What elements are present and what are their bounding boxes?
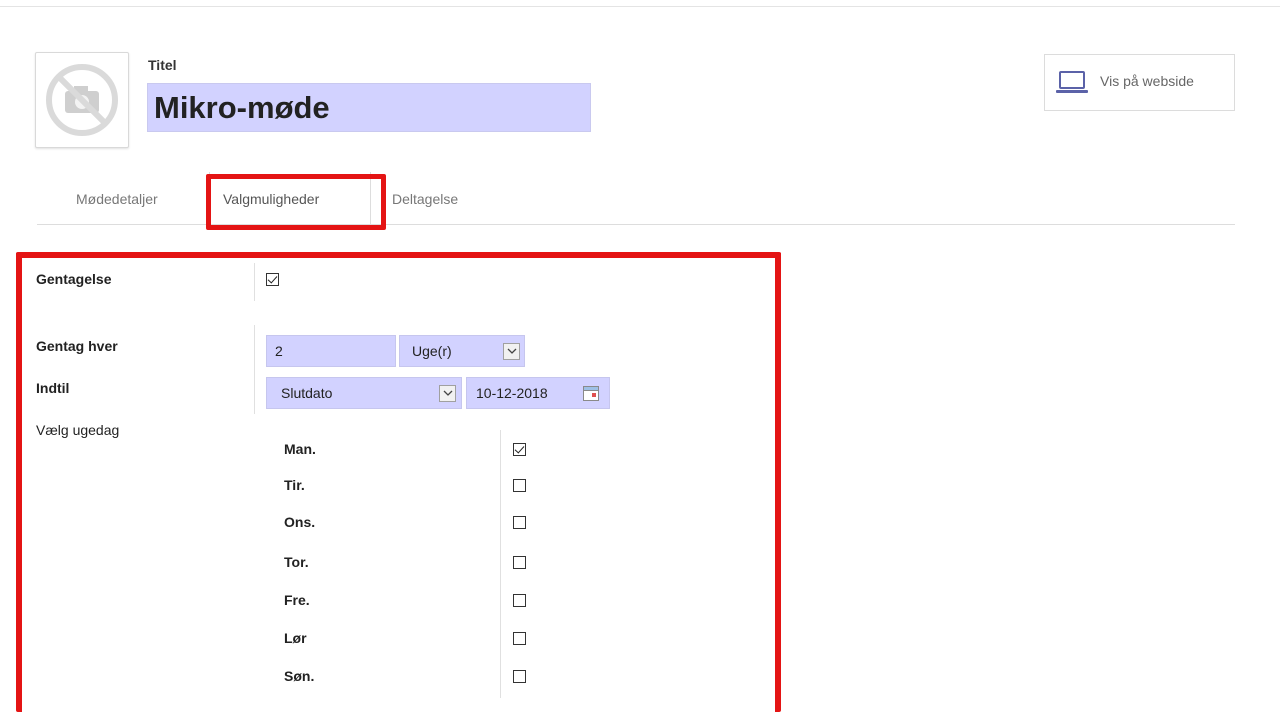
event-image[interactable] [35,52,129,148]
title-label: Titel [148,57,177,73]
laptop-icon [1056,71,1088,93]
options-highlight-frame [16,252,781,712]
tab-attendance[interactable]: Deltagelse [392,191,458,207]
view-on-website-button[interactable]: Vis på webside [1044,54,1235,111]
camera-off-icon [46,64,118,136]
tab-highlight-frame [206,174,386,230]
view-on-website-label: Vis på webside [1100,73,1194,89]
tab-meeting-details[interactable]: Mødedetaljer [76,191,158,207]
title-input[interactable]: Mikro-møde [147,83,591,132]
top-divider [0,6,1280,7]
